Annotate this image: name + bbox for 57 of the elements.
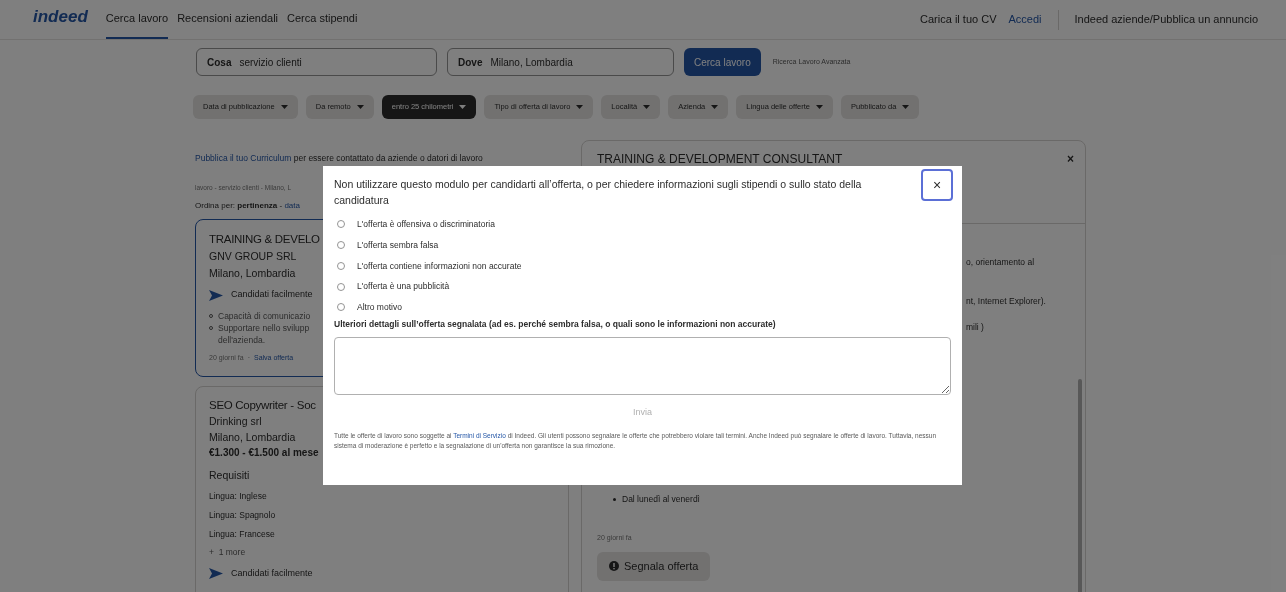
radio-label: L'offerta sembra falsa: [357, 238, 439, 252]
easy-apply-label: Candidati facilmente: [231, 288, 313, 302]
job-title: SEO Copywriter - Soc: [209, 397, 316, 413]
login-link[interactable]: Accedi: [1008, 11, 1042, 28]
radio-label: L'offerta è una pubblicità: [357, 280, 450, 293]
caret-icon: [356, 105, 364, 109]
sort-date-link[interactable]: data: [284, 200, 300, 210]
arrow-icon: [209, 289, 223, 301]
cv-link[interactable]: Pubblica il tuo Curriculum: [195, 153, 292, 163]
details-field[interactable]: [334, 336, 951, 395]
upload-cv-link[interactable]: Carica il tuo CV: [920, 11, 997, 28]
cv-promo-text: Pubblica il tuo Curriculum per essere contattato da aziende o datori di lavoro: [195, 152, 484, 165]
job-snippet: Capacità di comunicazio: [218, 309, 311, 322]
where-field[interactable]: Dove Milano, Lombardia: [447, 48, 674, 76]
logo[interactable]: indeed: [33, 3, 88, 30]
search-button[interactable]: Cerca lavoro: [684, 48, 761, 76]
caret-icon: [902, 105, 910, 109]
job-detail-title: TRAINING & DEVELOPMENT CONSULTANT: [597, 151, 843, 168]
caret-icon: [576, 105, 584, 109]
requirement-item: Lingua: Inglese: [209, 490, 268, 503]
requirement-item: Lingua: Francese: [209, 527, 276, 541]
requirements-heading: Requisiti: [209, 468, 250, 484]
job-title: TRAINING & DEVELO: [209, 231, 320, 247]
sort-text: Ordina per: pertinenza - data: [195, 199, 300, 212]
caret-icon: [815, 105, 823, 109]
details-label: Ulteriori dettagli sull’offerta segnalata (ad es. perché sembra falsa, o quali sono le informazioni non accurate): [334, 317, 777, 331]
radio-label: L'offerta contiene informazioni non accurate: [357, 259, 522, 273]
nav-tab[interactable]: Cerca stipendi: [287, 0, 358, 39]
employers-link[interactable]: Indeed aziende/Pubblica un annuncio: [1074, 11, 1258, 28]
salary: €1.300 - €1.500 al mese: [209, 446, 319, 461]
easy-apply-label: Candidati facilmente: [231, 567, 313, 580]
more-requirements: + 1 more: [209, 546, 247, 559]
arrow-icon: [209, 568, 223, 580]
dialog-title: Non utilizzare questo modulo per candidarti all’offerta, o per chiedere informazioni sugli stipendi o sullo stato della candidatura: [334, 177, 863, 208]
company-name: GNV GROUP SRL: [209, 248, 297, 264]
alert-icon: [609, 561, 619, 571]
job-location: Milano, Lombardia: [209, 265, 296, 281]
caret-icon: [643, 105, 651, 109]
close-button[interactable]: ×: [921, 169, 953, 201]
nav-tab[interactable]: Recensioni aziendali: [177, 0, 279, 39]
company-name: Drinking srl: [209, 413, 262, 429]
report-job-button[interactable]: Segnala offerta: [597, 551, 711, 581]
what-field[interactable]: Cosa servizio clienti: [196, 48, 437, 76]
description-text: o, orientamento al: [966, 256, 1036, 269]
description-text: nt, Internet Explorer).: [966, 294, 1047, 308]
requirement-item: Lingua: Spagnolo: [209, 508, 277, 522]
caret-icon: [280, 105, 288, 109]
caret-icon: [459, 105, 467, 109]
description-bullet: Dal lunedì al venerdì: [622, 493, 700, 506]
nav-tab[interactable]: Cerca lavoro: [105, 0, 169, 39]
description-text: mili ): [966, 320, 985, 334]
job-location: Milano, Lombardia: [209, 429, 296, 445]
radio-label: Altro motivo: [357, 301, 402, 314]
job-snippet: Supportare nello svilupp dell'azienda.: [218, 321, 310, 346]
close-button[interactable]: ×: [1067, 150, 1074, 168]
radio-label: L'offerta è offensiva o discriminatoria: [357, 218, 495, 231]
caret-icon: [711, 105, 719, 109]
